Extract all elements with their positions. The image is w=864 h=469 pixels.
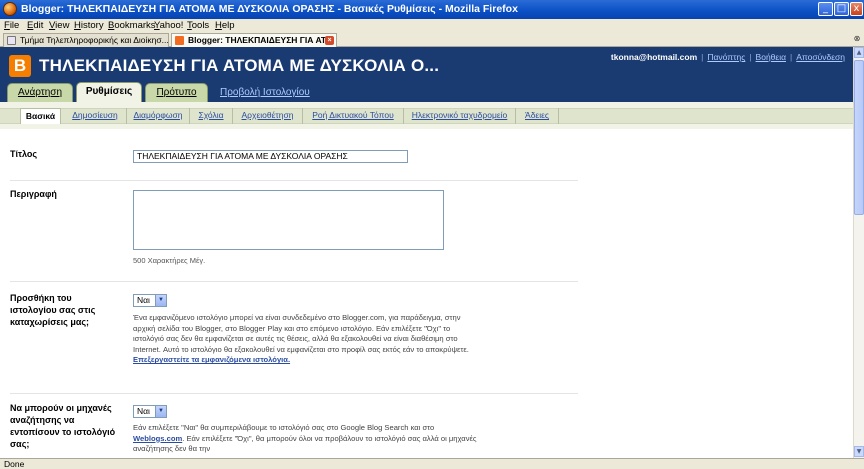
browser-tab-university[interactable]: Τμήμα Τηλεπληροφορικής και Διοίκησ... — [3, 33, 169, 47]
divider — [10, 393, 578, 394]
user-email: tkonna@hotmail.com — [610, 52, 698, 62]
page-icon — [7, 36, 16, 45]
subtab-basic[interactable]: Βασικά — [20, 108, 61, 124]
blogger-header: B ΤΗΛΕΚΠΑΙΔΕΥΣΗ ΓΙΑ ΑΤΟΜΑ ΜΕ ΔΥΣΚΟΛΙΑ Ο.… — [0, 47, 853, 102]
browser-tab-label: Τμήμα Τηλεπληροφορικής και Διοίκησ... — [20, 35, 169, 45]
search-description-text-2: . Εάν επιλέξετε "Όχι", θα μπορούν όλοι ν… — [133, 433, 477, 454]
listing-description: Ένα εμφανιζόμενο ιστολόγιο μπορεί να είν… — [133, 313, 478, 366]
subtab-comments[interactable]: Σχόλια — [190, 108, 233, 124]
subtab-formatting[interactable]: Διαμόρφωση — [127, 108, 190, 124]
search-engines-label: Να μπορούν οι μηχανές αναζήτησης να εντο… — [10, 403, 116, 449]
description-hint: 500 Χαρακτήρες Μέγ. — [133, 256, 206, 265]
menu-history[interactable]: History — [74, 20, 104, 31]
menu-yahoo[interactable]: Yahoo! — [154, 20, 183, 31]
window-title-bar: Blogger: ΤΗΛΕΚΠΑΙΔΕΥΣΗ ΓΙΑ ΑΤΟΜΑ ΜΕ ΔΥΣΚ… — [0, 0, 864, 19]
browser-tab-label: Blogger: ΤΗΛΕΚΠΑΙΔΕΥΣΗ ΓΙΑ ΑΤ... — [188, 35, 333, 45]
chevron-down-icon: ▼ — [155, 406, 166, 417]
maximize-button[interactable]: □ — [834, 2, 849, 16]
divider — [10, 180, 578, 181]
listing-label: Προσθήκη του ιστολογίου σας στις καταχωρ… — [10, 293, 96, 327]
menu-bar: File Edit View History Bookmarks Yahoo! … — [0, 19, 864, 32]
listing-select[interactable]: Ναι ▼ — [133, 294, 167, 307]
user-bar: tkonna@hotmail.com | Πανόπτης | Βοήθεια | Αποσ… — [610, 52, 845, 62]
window-title: Blogger: ΤΗΛΕΚΠΑΙΔΕΥΣΗ ΓΙΑ ΑΤΟΜΑ ΜΕ ΔΥΣΚ… — [21, 3, 518, 15]
edit-shown-blogs-link[interactable]: Επεξεργαστείτε τα εμφανιζόμενα ιστολόγια… — [133, 355, 290, 364]
tab-posting[interactable]: Ανάρτηση — [7, 83, 73, 102]
blogger-favicon-icon — [175, 36, 184, 45]
listing-select-value: Ναι — [137, 295, 150, 305]
scroll-down-icon[interactable]: ▼ — [854, 446, 864, 457]
title-input[interactable]: ΤΗΛΕΚΠΑΙΔΕΥΣΗ ΓΙΑ ΑΤΟΜΑ ΜΕ ΔΥΣΚΟΛΙΑ ΟΡΑΣ… — [133, 150, 408, 163]
menu-edit[interactable]: Edit — [27, 20, 43, 31]
browser-tab-blogger[interactable]: Blogger: ΤΗΛΕΚΠΑΙΔΕΥΣΗ ΓΙΑ ΑΤ... × — [171, 33, 337, 47]
help-link[interactable]: Βοήθεια — [756, 52, 786, 62]
tab-label: Πρότυπο — [156, 87, 197, 98]
vertical-scrollbar[interactable]: ▲ ▼ — [853, 47, 864, 458]
blogger-logo-icon[interactable]: B — [9, 55, 31, 77]
subtab-email[interactable]: Ηλεκτρονικό ταχυδρομείο — [404, 108, 516, 124]
title-label: Τίτλος — [10, 149, 38, 159]
listing-description-text: Ένα εμφανιζόμενο ιστολόγιο μπορεί να είν… — [133, 313, 469, 354]
search-description-text: Εάν επιλέξετε "Ναι" θα συμπεριλάβουμε το… — [133, 423, 435, 432]
close-tab-icon[interactable]: × — [325, 36, 334, 45]
menu-help[interactable]: Help — [215, 20, 235, 31]
search-engines-select[interactable]: Ναι ▼ — [133, 405, 167, 418]
sign-out-link[interactable]: Αποσύνδεση — [796, 52, 845, 62]
settings-subnav: Βασικά Δημοσίευση Διαμόρφωση Σχόλια Αρχε… — [0, 102, 853, 129]
status-bar: Done — [0, 458, 864, 469]
chevron-down-icon: ▼ — [155, 295, 166, 306]
menu-bookmarks[interactable]: Bookmarks — [108, 20, 156, 31]
subtab-permissions[interactable]: Άδειες — [516, 108, 559, 124]
menu-tools[interactable]: Tools — [187, 20, 209, 31]
view-blog-link[interactable]: Προβολή Ιστολογίου — [220, 87, 310, 98]
menu-view[interactable]: View — [49, 20, 69, 31]
firefox-icon — [3, 2, 17, 16]
description-label: Περιγραφή — [10, 189, 57, 199]
minimize-button[interactable]: _ — [818, 2, 833, 16]
search-engines-description: Εάν επιλέξετε "Ναι" θα συμπεριλάβουμε το… — [133, 423, 478, 455]
close-button[interactable]: x — [850, 2, 863, 16]
tab-settings[interactable]: Ρυθμίσεις — [76, 82, 142, 102]
tab-label: Ανάρτηση — [17, 87, 63, 98]
weblogs-link[interactable]: Weblogs.com — [133, 434, 182, 443]
subtab-publishing[interactable]: Δημοσίευση — [64, 108, 127, 124]
dashboard-link[interactable]: Πανόπτης — [707, 52, 745, 62]
tab-close-icon[interactable]: ⊗ — [852, 34, 862, 44]
settings-content: Τίτλος ΤΗΛΕΚΠΑΙΔΕΥΣΗ ΓΙΑ ΑΤΟΜΑ ΜΕ ΔΥΣΚΟΛ… — [0, 129, 853, 458]
subtab-site-feed[interactable]: Ροή Δικτυακού Τόπου — [303, 108, 404, 124]
subtab-archiving[interactable]: Αρχειοθέτηση — [233, 108, 303, 124]
tab-label: Ρυθμίσεις — [85, 86, 133, 97]
scroll-up-icon[interactable]: ▲ — [854, 47, 864, 58]
tab-template[interactable]: Πρότυπο — [145, 83, 208, 102]
browser-tab-strip: Τμήμα Τηλεπληροφορικής και Διοίκησ... Bl… — [0, 32, 864, 47]
scrollbar-thumb[interactable] — [854, 60, 864, 215]
divider — [10, 281, 578, 282]
blog-title: ΤΗΛΕΚΠΑΙΔΕΥΣΗ ΓΙΑ ΑΤΟΜΑ ΜΕ ΔΥΣΚΟΛΙΑ Ο... — [39, 56, 440, 75]
menu-file[interactable]: File — [4, 20, 19, 31]
description-textarea[interactable] — [133, 190, 444, 250]
search-select-value: Ναι — [137, 406, 150, 416]
